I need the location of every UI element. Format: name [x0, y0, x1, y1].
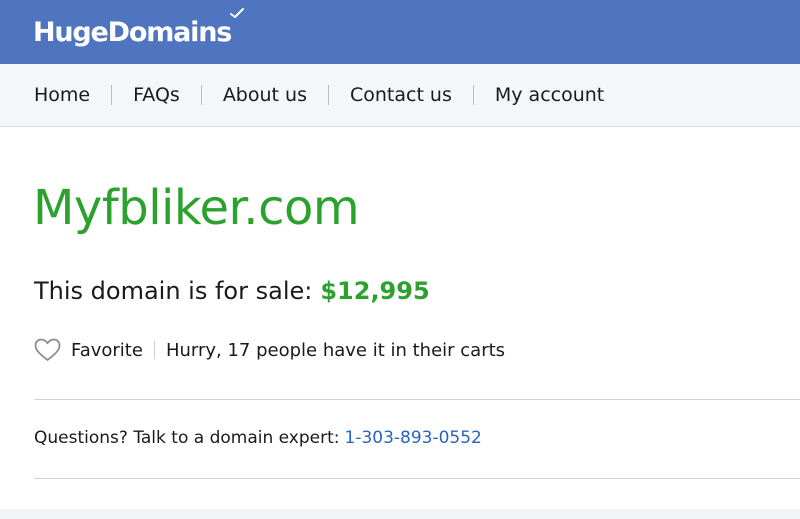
nav-separator: [472, 85, 474, 105]
favorite-separator: [153, 341, 155, 359]
nav-item-label: Home: [34, 84, 91, 106]
favorite-row: Favorite Hurry, 17 people have it in the…: [34, 336, 505, 364]
nav-separator: [327, 85, 329, 105]
heart-outline-icon[interactable]: [34, 338, 61, 362]
nav-item-label: FAQs: [133, 84, 180, 106]
nav-list: Home FAQs About us Contact us My account: [34, 64, 604, 126]
bottom-strip: [0, 509, 800, 519]
favorite-label[interactable]: Favorite: [71, 340, 143, 361]
nav-separator: [111, 85, 113, 105]
cart-notice: Hurry, 17 people have it in their carts: [165, 339, 506, 361]
nav-item-label: Contact us: [349, 84, 452, 106]
nav-item-label: About us: [222, 84, 307, 106]
divider: [34, 399, 800, 400]
logo-text: HugeDomains: [33, 16, 232, 48]
nav-item-contact-us[interactable]: Contact us: [350, 84, 452, 106]
domain-name-title: Myfbliker.com: [33, 180, 360, 236]
questions-text: Questions? Talk to a domain expert:: [34, 428, 340, 448]
site-header: HugeDomains: [0, 0, 800, 64]
nav-item-home[interactable]: Home: [34, 84, 90, 106]
sale-line: This domain is for sale: $12,995: [34, 277, 430, 305]
sale-price: $12,995: [320, 277, 430, 305]
hugedomains-logo[interactable]: HugeDomains: [33, 8, 244, 52]
questions-line: Questions? Talk to a domain expert: 1-303…: [34, 428, 482, 448]
nav-item-my-account[interactable]: My account: [495, 84, 604, 106]
nav-item-label: My account: [494, 84, 605, 106]
nav-item-faqs[interactable]: FAQs: [133, 84, 180, 106]
main-nav: Home FAQs About us Contact us My account: [0, 64, 800, 127]
sale-text: This domain is for sale:: [34, 277, 313, 305]
checkmark-icon: [230, 8, 244, 18]
phone-link[interactable]: 1-303-893-0552: [345, 428, 482, 448]
divider: [34, 478, 800, 479]
nav-separator: [200, 85, 202, 105]
nav-item-about-us[interactable]: About us: [223, 84, 307, 106]
